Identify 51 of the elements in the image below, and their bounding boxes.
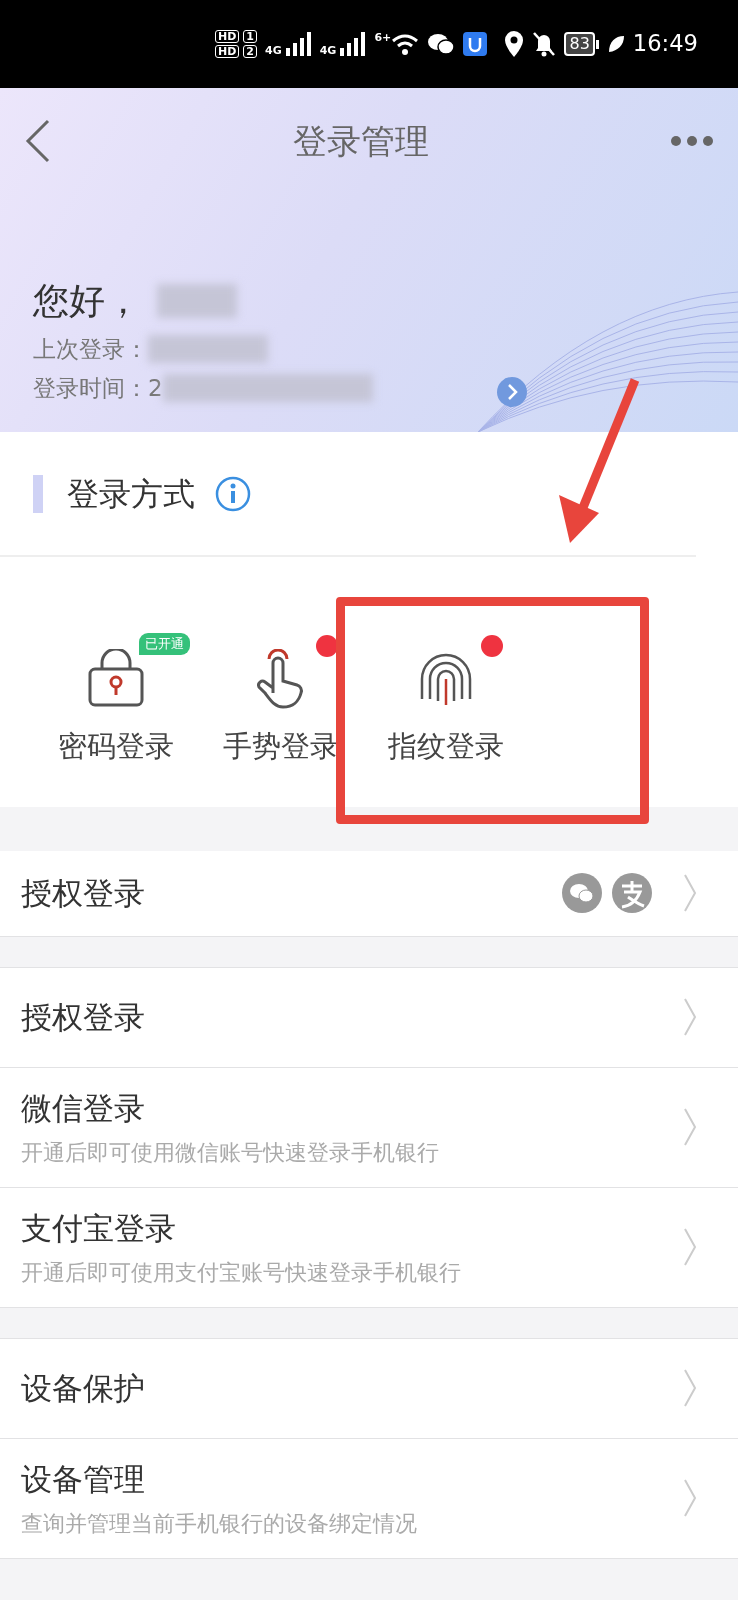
row-title: 设备保护 (21, 1368, 146, 1408)
settings-row[interactable]: 支付宝登录 开通后即可使用支付宝账号快速登录手机银行 (0, 1187, 738, 1308)
row-subtitle: 开通后即可使用支付宝账号快速登录手机银行 (21, 1258, 462, 1287)
section-title: 登录方式 (67, 473, 195, 515)
back-icon[interactable] (24, 119, 52, 163)
payment-logo-icon (612, 873, 652, 913)
more-icon[interactable] (670, 135, 714, 147)
login-method[interactable]: 手势登录 (198, 633, 363, 769)
chevron-circle-icon[interactable] (497, 377, 527, 407)
leaf-icon (606, 34, 625, 54)
settings-row[interactable]: 授权登录 (0, 967, 738, 1068)
page-title: 登录管理 (293, 119, 429, 163)
chevron-icon (682, 1478, 698, 1518)
section-accent-bar (33, 474, 43, 513)
info-label: 登录时间：2 (33, 373, 163, 403)
row-title: 支付宝登录 (21, 1209, 177, 1249)
greeting-text: 您好， (33, 279, 141, 323)
signal-icon (285, 32, 312, 56)
wifi-label: 6+ (374, 32, 392, 43)
login-method[interactable]: 已开通 密码登录 (33, 633, 198, 769)
chevron-icon (682, 1368, 698, 1408)
info-label: 上次登录： (33, 335, 148, 364)
settings-row[interactable]: 微信登录 开通后即可使用微信账号快速登录手机银行 (0, 1067, 738, 1188)
settings-row[interactable]: 设备保护 (0, 1338, 738, 1439)
login-method[interactable]: 指纹登录 (363, 633, 528, 769)
chevron-icon (682, 873, 698, 913)
status-badge: 已开通 (139, 633, 190, 655)
info-icon[interactable] (215, 475, 251, 512)
chevron-icon (682, 997, 698, 1037)
app-icon (463, 32, 488, 56)
sim-indicator: HD 2 (215, 44, 257, 59)
wifi-icon (391, 32, 420, 56)
battery-indicator: 83 (564, 32, 599, 56)
muted-bell-icon (532, 31, 557, 57)
location-icon (504, 31, 525, 57)
row-subtitle: 开通后即可使用微信账号快速登录手机银行 (21, 1138, 440, 1167)
row-title: 微信登录 (21, 1089, 146, 1129)
row-title: 授权登录 (21, 997, 146, 1037)
settings-row[interactable]: 授权登录 (0, 850, 738, 937)
network-label: 4G (265, 45, 282, 56)
chevron-icon (682, 1107, 698, 1147)
network-label: 4G (319, 45, 337, 56)
row-title: 授权登录 (21, 873, 146, 913)
sim-indicator: HD 1 (215, 29, 257, 44)
settings-row[interactable]: 设备管理 查询并管理当前手机银行的设备绑定情况 (0, 1438, 738, 1559)
row-subtitle: 查询并管理当前手机银行的设备绑定情况 (21, 1509, 418, 1538)
chat-bubbles-icon (427, 32, 456, 56)
chevron-icon (682, 1227, 698, 1267)
signal-icon (340, 32, 367, 56)
clock: 16:49 (632, 29, 698, 59)
row-title: 设备管理 (21, 1460, 146, 1500)
